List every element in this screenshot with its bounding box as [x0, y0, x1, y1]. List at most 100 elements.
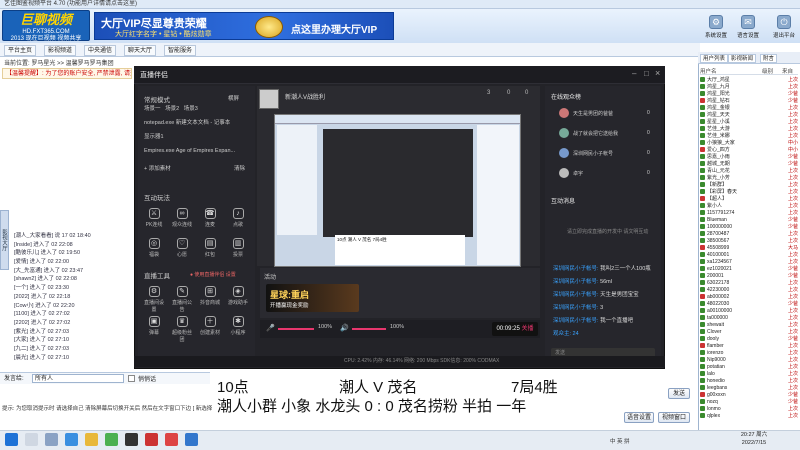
tab-notes[interactable]: 附言	[760, 54, 778, 63]
minimize-icon[interactable]: –	[632, 69, 636, 78]
user-row[interactable]: 1157791274 上次	[700, 209, 798, 216]
source-item[interactable]: notepad.exe 新建文本文档 - 记事本	[144, 118, 249, 129]
mini-program-icon[interactable]: ✱ 小程序	[228, 316, 248, 336]
tab-comm[interactable]: 中央通信	[84, 45, 117, 56]
voice-settings-button[interactable]: 语音设置	[624, 412, 654, 423]
clear-button[interactable]: 清除	[234, 164, 254, 175]
landscape-toggle[interactable]: 横屏	[228, 94, 239, 102]
user-row[interactable]: qlplex 上次	[700, 412, 798, 419]
user-row[interactable]: Blueman 少爸	[700, 216, 798, 223]
mode-label[interactable]: 常规模式	[144, 94, 170, 104]
user-row[interactable]: xa1234567 上次	[700, 258, 798, 265]
user-row[interactable]: Clover 上次	[700, 328, 798, 335]
exit-platform-button[interactable]: ⏻ 退出平台	[770, 15, 798, 41]
user-row[interactable]: 紫小人 上次	[700, 202, 798, 209]
task-view-icon[interactable]	[45, 433, 58, 446]
user-row[interactable]: nozq 少爸	[700, 398, 798, 405]
user-row[interactable]: 【彩屏】春天 上次	[700, 188, 798, 195]
search-icon[interactable]	[25, 433, 38, 446]
tab-video[interactable]: 影视频道	[44, 45, 77, 56]
start-icon[interactable]	[5, 433, 18, 446]
tab-video-news[interactable]: 影视新闻	[728, 54, 757, 63]
user-row[interactable]: honedio 上次	[700, 377, 798, 384]
close-icon[interactable]: ×	[655, 68, 660, 78]
user-row[interactable]: leegbans 上次	[700, 384, 798, 391]
user-row[interactable]: 48022030 少爸	[700, 300, 798, 307]
user-row[interactable]: 青山_元花 上次	[700, 167, 798, 174]
edge-icon[interactable]	[65, 433, 78, 446]
app-icon[interactable]	[185, 433, 198, 446]
danmaku-icon[interactable]: ▣ 弹幕	[144, 316, 164, 336]
user-row[interactable]: shewait 上次	[700, 321, 798, 328]
user-row[interactable]: ta000000 上次	[700, 314, 798, 321]
user-row[interactable]: 鸿星_钻石 少爸	[700, 97, 798, 104]
app-icon[interactable]	[145, 433, 158, 446]
mic-link-icon[interactable]: ☎ 连麦	[200, 208, 220, 228]
user-row[interactable]: 小狼狼_大家 中小	[700, 139, 798, 146]
link-icon[interactable]: ∞ 观众连线	[172, 208, 192, 228]
whisper-checkbox[interactable]	[128, 375, 135, 382]
user-row[interactable]: 大厅_鸿星 上次	[700, 76, 798, 83]
speaker-icon[interactable]: 🔊	[340, 324, 349, 332]
tab-user-list[interactable]: 用户列表	[700, 54, 729, 63]
folder-icon[interactable]	[85, 433, 98, 446]
user-row[interactable]: 42230000 上次	[700, 286, 798, 293]
user-row[interactable]: g00xxxn 少爸	[700, 391, 798, 398]
side-tab-video-hall[interactable]: 影视大厅	[0, 210, 9, 270]
system-settings-button[interactable]: ⚙ 系统设置	[702, 15, 730, 41]
user-row[interactable]: 越城_无期 少爸	[700, 160, 798, 167]
user-row[interactable]: 28700487 上次	[700, 230, 798, 237]
user-row[interactable]: a00100000 上次	[700, 307, 798, 314]
user-row[interactable]: 100000000 少爸	[700, 223, 798, 230]
lucky-bag-icon[interactable]: ◎ 福袋	[144, 238, 164, 258]
user-row[interactable]: iorenzo 上次	[700, 349, 798, 356]
user-row[interactable]: flamber 上次	[700, 342, 798, 349]
user-row[interactable]: 思嘉_小雨 少爸	[700, 153, 798, 160]
pk-icon[interactable]: ⚔ PK连线	[144, 208, 164, 228]
user-row[interactable]: 鸿星_天天 上次	[700, 111, 798, 118]
user-row[interactable]: 【超人】 上次	[700, 195, 798, 202]
announce-icon[interactable]: ✎ 直播间公告	[172, 286, 192, 313]
game-icon[interactable]: ◈ 游戏助手	[228, 286, 248, 306]
vote-icon[interactable]: ▥ 投票	[228, 238, 248, 258]
user-row[interactable]: Nip9000 上次	[700, 356, 798, 363]
user-row[interactable]: 紫光_小芳 上次	[700, 174, 798, 181]
room-settings-icon[interactable]: ⚙ 直播间设置	[144, 286, 164, 313]
user-row[interactable]: 63022178 上次	[700, 279, 798, 286]
mic-volume-slider[interactable]	[278, 328, 314, 330]
user-row[interactable]: 爱心_四方 中小	[700, 146, 798, 153]
shop-icon[interactable]: ⊞ 抖音商城	[200, 286, 220, 306]
user-row[interactable]: 40100001 上次	[700, 251, 798, 258]
user-row[interactable]: ez1020021 少爸	[700, 265, 798, 272]
user-row[interactable]: lalo 上次	[700, 370, 798, 377]
user-row[interactable]: ab000002 上次	[700, 293, 798, 300]
recipient-select[interactable]: 所有人	[32, 374, 124, 383]
tab-hall[interactable]: 聊天大厅	[124, 45, 157, 56]
stream-timer[interactable]: 00:09:25 关播	[492, 322, 538, 336]
fan-club-icon[interactable]: ♛ 超级粉丝团	[172, 316, 192, 343]
source-item[interactable]: 显示器1	[144, 132, 249, 143]
wish-icon[interactable]: ♡ 心愿	[172, 238, 192, 258]
clock[interactable]: 20:27 周六 2022/7/15	[730, 431, 778, 447]
user-row[interactable]: 艺佳_大游 上次	[700, 125, 798, 132]
vip-banner[interactable]: 大厅VIP尽显尊贵荣耀 大厅红字名字 • 星钻 • 酷炫勋章 点这里办理大厅VI…	[94, 12, 394, 40]
mic-icon[interactable]: 🎤	[266, 324, 275, 332]
app-icon[interactable]	[105, 433, 118, 446]
user-row[interactable]: 鸿星_阳光 少爸	[700, 90, 798, 97]
tab-home[interactable]: 平台主页	[4, 45, 37, 56]
ime-indicator[interactable]: 中 英 拼	[610, 437, 630, 445]
user-row[interactable]: 【新群】 上次	[700, 181, 798, 188]
tiktok-icon[interactable]	[125, 433, 138, 446]
user-row[interactable]: 鸿星_金银 上次	[700, 104, 798, 111]
user-row[interactable]: 38500567 上次	[700, 237, 798, 244]
speaker-volume-slider[interactable]	[352, 328, 386, 330]
user-row[interactable]: 艺佳_米娜 上次	[700, 132, 798, 139]
user-row[interactable]: 45508999 大马	[700, 244, 798, 251]
user-row[interactable]: 鸿星_九月 上次	[700, 83, 798, 90]
maximize-icon[interactable]: □	[644, 69, 649, 78]
user-row[interactable]: 星星_小溪 上次	[700, 118, 798, 125]
activity-card[interactable]: 星球:重启 开播赢现金奖励	[266, 284, 359, 312]
app-icon[interactable]	[165, 433, 178, 446]
user-row[interactable]: 200001 少爸	[700, 272, 798, 279]
tab-service[interactable]: 智能服务	[164, 45, 197, 56]
